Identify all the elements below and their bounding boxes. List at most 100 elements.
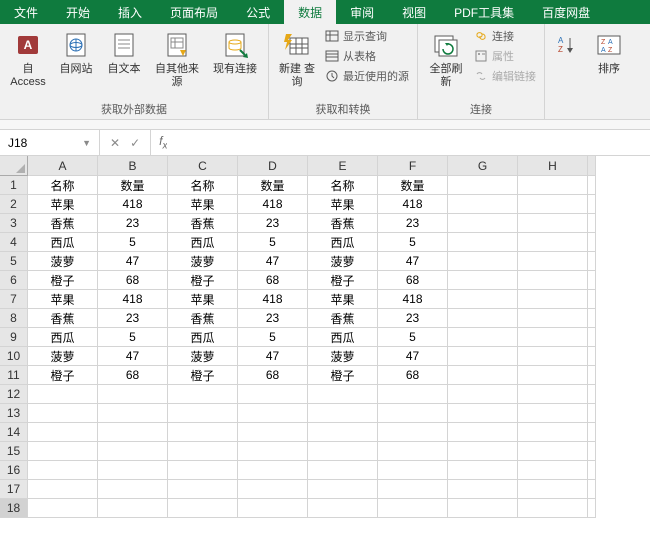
cell[interactable] [378,404,448,423]
cell[interactable] [518,423,588,442]
cell[interactable]: 418 [98,195,168,214]
cell[interactable]: 苹果 [308,195,378,214]
cell[interactable]: 47 [378,252,448,271]
cell[interactable]: 418 [98,290,168,309]
cell[interactable]: 西瓜 [168,328,238,347]
cell[interactable]: 名称 [28,176,98,195]
cell[interactable]: 菠萝 [28,252,98,271]
cell[interactable]: 47 [238,252,308,271]
cell[interactable]: 47 [238,347,308,366]
cell[interactable] [448,442,518,461]
col-header-I[interactable] [588,156,596,176]
cell[interactable] [518,252,588,271]
g2-small-0[interactable]: 显示查询 [323,27,411,45]
cell[interactable] [448,176,518,195]
cell[interactable]: 橙子 [308,271,378,290]
cell[interactable]: 名称 [308,176,378,195]
cell[interactable]: 5 [98,328,168,347]
cell[interactable]: 68 [238,271,308,290]
tab-视图[interactable]: 视图 [388,0,440,24]
cell[interactable] [588,442,596,461]
row-header-12[interactable]: 12 [0,385,28,404]
cell[interactable]: 68 [238,366,308,385]
cell[interactable]: 23 [238,309,308,328]
cell[interactable]: 橙子 [168,366,238,385]
row-header-3[interactable]: 3 [0,214,28,233]
row-header-1[interactable]: 1 [0,176,28,195]
cell[interactable]: 西瓜 [28,328,98,347]
cell[interactable]: 418 [378,195,448,214]
name-box[interactable]: J18 ▼ [0,130,100,155]
cell[interactable] [448,366,518,385]
cell[interactable] [308,461,378,480]
cell[interactable] [28,404,98,423]
cell[interactable] [308,423,378,442]
cancel-formula-icon[interactable]: ✕ [110,136,120,150]
g2-small-2[interactable]: 最近使用的源 [323,67,411,85]
cell[interactable] [518,366,588,385]
cell[interactable] [448,309,518,328]
ext-data-btn-2[interactable]: 自文本 [102,27,146,78]
cell[interactable] [448,499,518,518]
col-header-H[interactable]: H [518,156,588,176]
cell[interactable]: 香蕉 [28,309,98,328]
col-header-C[interactable]: C [168,156,238,176]
row-header-13[interactable]: 13 [0,404,28,423]
ext-data-btn-0[interactable]: A自 Access [6,27,50,91]
cell[interactable] [308,499,378,518]
sort-asc-button[interactable]: AZ [551,27,583,63]
cell[interactable] [28,499,98,518]
new-query-button[interactable]: 新建 查询 [275,27,319,91]
cell[interactable] [98,480,168,499]
cell[interactable]: 名称 [168,176,238,195]
cell[interactable]: 苹果 [168,195,238,214]
cell[interactable] [98,404,168,423]
cell[interactable]: 苹果 [308,290,378,309]
cell[interactable]: 68 [378,366,448,385]
row-header-11[interactable]: 11 [0,366,28,385]
cell[interactable]: 23 [98,214,168,233]
cell[interactable] [448,423,518,442]
cell[interactable] [518,290,588,309]
cell[interactable]: 23 [238,214,308,233]
g2-small-1[interactable]: 从表格 [323,47,411,65]
g3-small-0[interactable]: 连接 [472,27,538,45]
row-header-14[interactable]: 14 [0,423,28,442]
cell[interactable] [168,480,238,499]
cell[interactable]: 5 [238,233,308,252]
cell[interactable] [168,385,238,404]
cell[interactable] [588,347,596,366]
cell[interactable] [238,499,308,518]
cell[interactable] [98,499,168,518]
tab-数据[interactable]: 数据 [284,0,336,24]
row-header-15[interactable]: 15 [0,442,28,461]
cell[interactable] [308,442,378,461]
cell[interactable]: 香蕉 [308,309,378,328]
cell[interactable] [308,480,378,499]
cell[interactable] [238,385,308,404]
cell[interactable] [588,309,596,328]
ext-data-btn-1[interactable]: 自网站 [54,27,98,78]
cell[interactable] [588,499,596,518]
col-header-A[interactable]: A [28,156,98,176]
cell[interactable]: 橙子 [168,271,238,290]
cell[interactable] [238,423,308,442]
cell[interactable] [448,252,518,271]
cell[interactable] [518,233,588,252]
cell[interactable] [588,290,596,309]
cell[interactable] [448,271,518,290]
cell[interactable] [168,423,238,442]
cell[interactable]: 香蕉 [168,309,238,328]
cell[interactable] [588,214,596,233]
tab-PDF工具集[interactable]: PDF工具集 [440,0,528,24]
cell[interactable] [378,461,448,480]
cell[interactable] [588,385,596,404]
cell[interactable] [238,461,308,480]
cell[interactable] [308,404,378,423]
tab-审阅[interactable]: 审阅 [336,0,388,24]
cell[interactable] [378,385,448,404]
cell[interactable]: 23 [98,309,168,328]
col-header-G[interactable]: G [448,156,518,176]
cell[interactable]: 苹果 [28,195,98,214]
cell[interactable] [378,423,448,442]
